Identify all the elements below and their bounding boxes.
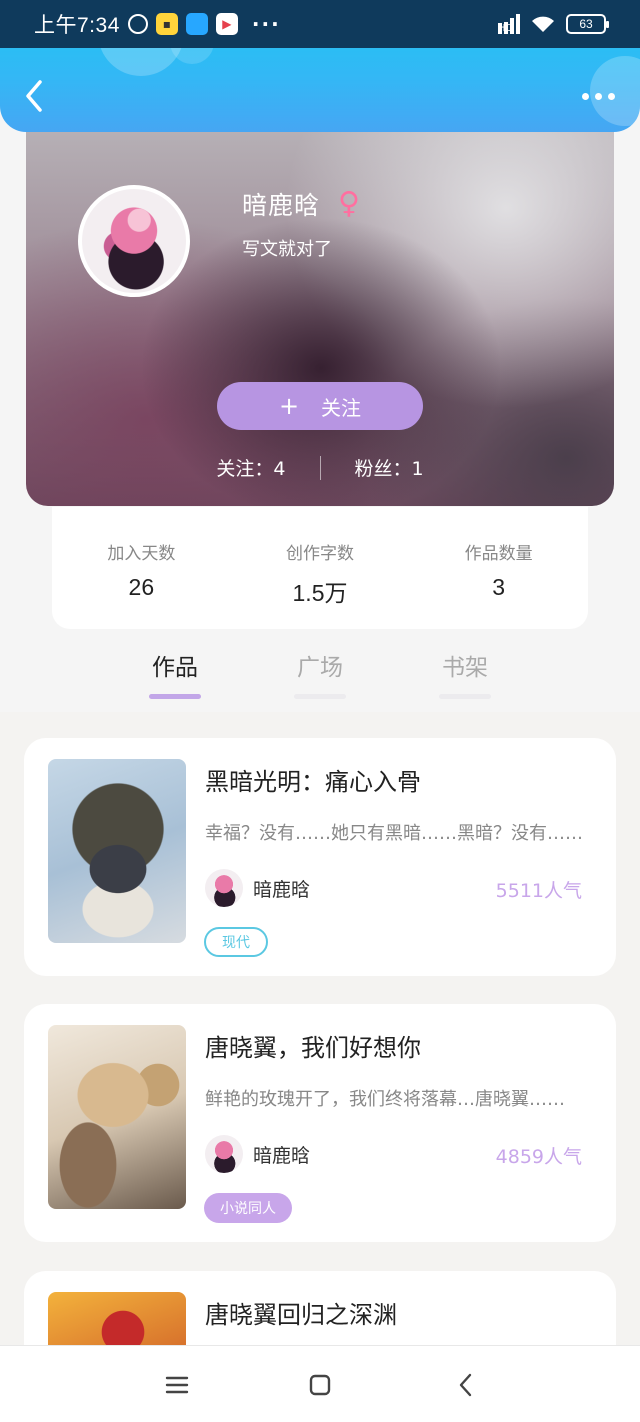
book-card[interactable]: 唐晓翼，我们好想你 鲜艳的玫瑰开了，我们终将落幕…唐晓翼…… 暗鹿晗 4859人… bbox=[24, 1004, 616, 1242]
home-square-icon bbox=[309, 1374, 331, 1396]
stat-value: 1.5万 bbox=[292, 580, 348, 606]
following-count[interactable]: 关注：4 bbox=[216, 454, 285, 481]
dot-icon bbox=[581, 92, 589, 100]
book-card[interactable]: 黑暗光明：痛心入骨 幸福？没有……她只有黑暗……黑暗？没有…… 暗鹿晗 5511… bbox=[24, 738, 616, 976]
book-title: 唐晓翼，我们好想你 bbox=[205, 1034, 421, 1062]
follow-counts: 关注：4 粉丝：1 bbox=[26, 454, 614, 481]
wifi-icon bbox=[532, 16, 554, 32]
user-bio: 写文就对了 bbox=[242, 239, 332, 260]
book-cover-image bbox=[48, 759, 186, 943]
book-title: 唐晓翼回归之深渊 bbox=[205, 1301, 397, 1329]
book-title: 黑暗光明：痛心入骨 bbox=[205, 768, 421, 796]
name-row: 暗鹿晗 ♀ bbox=[242, 186, 360, 222]
popularity-count: 5511人气 bbox=[495, 880, 582, 902]
tab-label: 广场 bbox=[297, 655, 343, 681]
stat-works-count: 作品数量 3 bbox=[409, 507, 588, 629]
author-avatar bbox=[205, 869, 243, 907]
book-cover-image bbox=[48, 1025, 186, 1209]
tab-square[interactable]: 广场 bbox=[280, 648, 360, 699]
back-button[interactable] bbox=[18, 74, 58, 118]
tab-indicator bbox=[294, 694, 346, 699]
follow-label: 关注 bbox=[321, 395, 362, 420]
tab-works[interactable]: 作品 bbox=[135, 648, 215, 699]
status-time: 上午7:34 bbox=[34, 14, 120, 37]
stat-word-count: 创作字数 1.5万 bbox=[231, 507, 410, 629]
author-row: 暗鹿晗 bbox=[205, 869, 310, 907]
genre-tag: 现代 bbox=[204, 927, 268, 957]
battery-icon: 63 bbox=[566, 14, 609, 34]
dot-icon bbox=[594, 92, 602, 100]
tab-bookshelf[interactable]: 书架 bbox=[425, 648, 505, 699]
status-bar: 上午7:34 ▪ ▶ ··· HD 63 bbox=[0, 0, 640, 48]
tab-indicator bbox=[149, 694, 201, 699]
plus-icon: + bbox=[278, 392, 300, 420]
profile-card: 暗鹿晗 ♀ 写文就对了 + 关注 关注：4 粉丝：1 bbox=[26, 118, 614, 506]
stat-value: 3 bbox=[492, 574, 506, 600]
signal-icon: HD bbox=[498, 14, 520, 34]
home-button[interactable] bbox=[305, 1372, 335, 1398]
alarm-icon bbox=[127, 14, 148, 34]
tab-label: 作品 bbox=[152, 655, 198, 681]
chevron-left-icon bbox=[26, 80, 42, 112]
stat-label: 作品数量 bbox=[464, 544, 533, 564]
author-avatar bbox=[205, 1135, 243, 1173]
author-name: 暗鹿晗 bbox=[253, 1144, 311, 1167]
book-description: 鲜艳的玫瑰开了，我们终将落幕…唐晓翼…… bbox=[205, 1089, 565, 1110]
stat-label: 加入天数 bbox=[107, 544, 176, 564]
hd-label: HD bbox=[498, 23, 513, 34]
top-header: 上午7:34 ▪ ▶ ··· HD 63 bbox=[0, 0, 640, 132]
popularity-count: 4859人气 bbox=[495, 1146, 582, 1168]
more-options-button[interactable] bbox=[578, 84, 618, 108]
stats-card: 加入天数 26 创作字数 1.5万 作品数量 3 bbox=[52, 507, 588, 629]
genre-tag: 小说同人 bbox=[204, 1193, 292, 1223]
stat-label: 创作字数 bbox=[286, 544, 354, 564]
tab-indicator bbox=[439, 694, 491, 699]
play-store-icon: ▶ bbox=[215, 13, 238, 35]
more-notifications-icon: ··· bbox=[251, 12, 281, 36]
fans-count[interactable]: 粉丝：1 bbox=[355, 454, 424, 481]
author-row: 暗鹿晗 bbox=[205, 1135, 310, 1173]
user-avatar[interactable] bbox=[78, 185, 190, 297]
profile-tabs: 作品 广场 书架 bbox=[0, 640, 640, 710]
follow-button[interactable]: + 关注 bbox=[217, 382, 423, 430]
stat-join-days: 加入天数 26 bbox=[52, 507, 231, 629]
book-description: 幸福？没有……她只有黑暗……黑暗？没有…… bbox=[205, 823, 583, 844]
author-name: 暗鹿晗 bbox=[253, 878, 311, 901]
status-right: HD 63 bbox=[498, 14, 609, 34]
divider bbox=[319, 455, 321, 480]
status-notification-icons: ▪ ▶ bbox=[127, 13, 238, 35]
dot-icon bbox=[607, 92, 615, 100]
female-gender-icon: ♀ bbox=[338, 186, 360, 221]
system-back-button[interactable] bbox=[452, 1372, 482, 1398]
chevron-left-icon bbox=[459, 1373, 472, 1397]
system-nav-bar bbox=[0, 1345, 640, 1422]
chat-app-icon: ▪ bbox=[155, 13, 178, 35]
recent-apps-button[interactable] bbox=[162, 1372, 192, 1398]
tab-label: 书架 bbox=[442, 655, 488, 681]
app-notification-icon bbox=[185, 13, 208, 35]
stat-value: 26 bbox=[128, 574, 155, 600]
menu-icon bbox=[165, 1376, 189, 1394]
username: 暗鹿晗 bbox=[242, 191, 321, 220]
